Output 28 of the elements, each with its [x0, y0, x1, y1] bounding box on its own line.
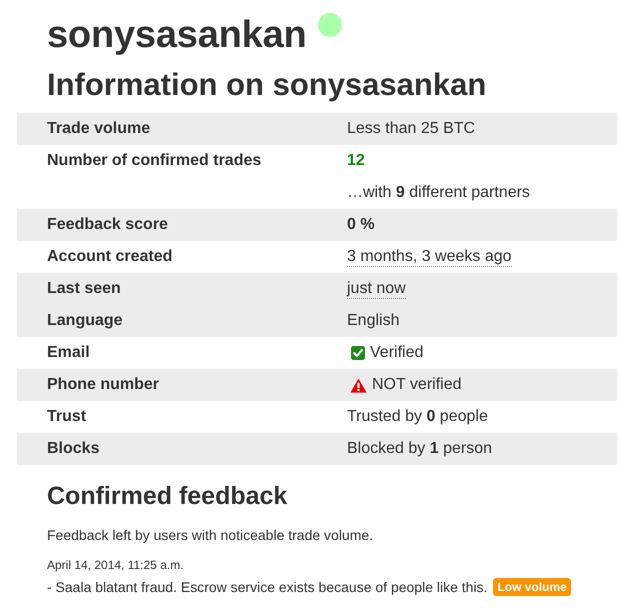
row-label: Language: [47, 311, 123, 331]
time-value: 3 months, 3 weeks ago: [347, 247, 512, 267]
verification-status: NOT verified: [372, 375, 462, 395]
row-label: Trade volume: [47, 119, 150, 139]
row-label: Account created: [47, 247, 172, 267]
row-value: English: [347, 311, 400, 331]
score-value: 0 %: [347, 215, 375, 235]
section-description: Feedback left by users with noticeable trade volume.: [47, 526, 374, 545]
feedback-date: April 14, 2014, 11:25 a.m.: [47, 557, 185, 574]
row-label: Number of confirmed trades: [47, 151, 262, 171]
time-value: just now: [347, 279, 406, 299]
row-value: Trusted by 0 people: [347, 407, 488, 427]
section-heading: Information on sonysasankan: [47, 67, 488, 103]
trade-count: 12: [347, 151, 365, 171]
section-heading: Confirmed feedback: [47, 481, 288, 511]
row-label: Blocks: [47, 439, 100, 459]
verification-status: Verified: [370, 343, 424, 363]
row-value: Less than 25 BTC: [347, 119, 476, 139]
row-value: Blocked by 1 person: [347, 439, 492, 459]
row-label: Phone number: [47, 375, 160, 395]
partners-note: …with 9 different partners: [347, 183, 530, 203]
row-label: Trust: [47, 407, 86, 427]
row-label: Feedback score: [47, 215, 168, 235]
row-label: Email: [47, 343, 90, 363]
username-title: sonysasankan: [47, 15, 307, 55]
feedback-text: - Saala blatant fraud. Escrow service exists because of people like this.: [47, 578, 488, 597]
row-label: Last seen: [47, 279, 121, 299]
volume-badge: Low volume: [493, 578, 571, 596]
